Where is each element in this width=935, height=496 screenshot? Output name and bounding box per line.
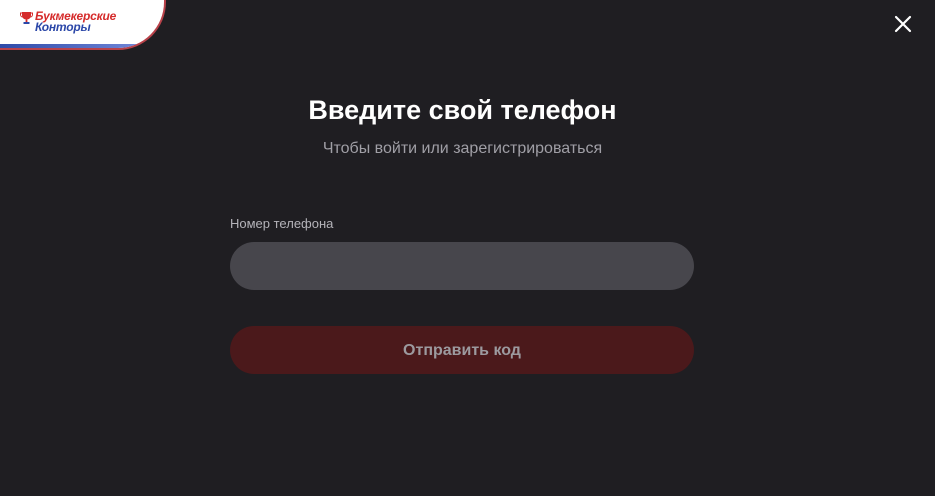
page-subtitle: Чтобы войти или зарегистрироваться (322, 140, 603, 157)
logo-tab[interactable]: Букмекерские Конторы (0, 0, 166, 50)
phone-field-label: Номер телефона (230, 216, 334, 231)
close-icon (891, 15, 915, 40)
page-title: Введите свой телефон (308, 95, 617, 125)
send-code-button[interactable]: Отправить код (230, 326, 694, 374)
phone-input[interactable] (230, 242, 694, 290)
trophy-icon (20, 11, 33, 30)
logo-accent-strip (0, 44, 140, 48)
logo-text-line2: Конторы (35, 20, 91, 34)
close-button[interactable] (891, 12, 915, 36)
brand-logo[interactable]: Букмекерские Конторы (20, 10, 130, 34)
login-modal: Букмекерские Конторы Введите свой телефо… (0, 0, 935, 496)
